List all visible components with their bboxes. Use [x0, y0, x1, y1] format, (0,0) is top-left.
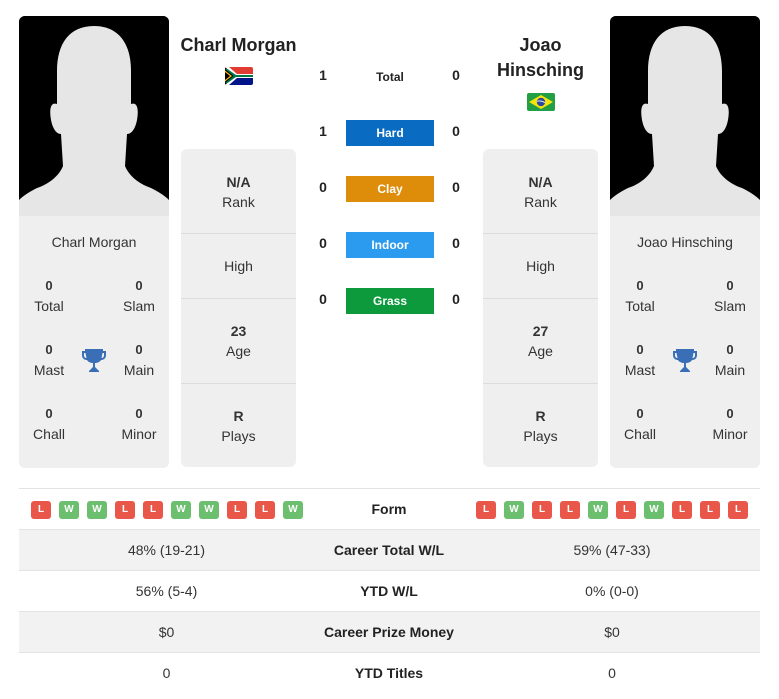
- player2-first-name: Joao: [519, 35, 562, 55]
- divider: [181, 233, 296, 234]
- player2-titles-slam: 0 Slam: [714, 278, 746, 314]
- silhouette-icon: [19, 16, 169, 216]
- player2-titles-total: 0 Total: [625, 278, 655, 314]
- form-win-badge: W: [59, 501, 79, 519]
- h2h-total-p1: 1: [319, 67, 327, 83]
- player2-name[interactable]: Joao Hinsching: [478, 33, 603, 83]
- divider: [181, 383, 296, 384]
- form-win-badge: W: [171, 501, 191, 519]
- table-row: $0 Career Prize Money $0: [19, 611, 760, 652]
- player1-titles-total: 0 Total: [34, 278, 64, 314]
- h2h-total-label: Total: [376, 70, 404, 84]
- player1-titles-chall: 0 Chall: [33, 406, 65, 442]
- h2h-indoor-p2: 0: [452, 235, 460, 251]
- form-win-badge: W: [87, 501, 107, 519]
- divider: [483, 383, 598, 384]
- h2h-grass-p1: 0: [319, 291, 327, 307]
- divider: [483, 298, 598, 299]
- player1-rank: N/A Rank: [222, 174, 255, 210]
- form-win-badge: W: [283, 501, 303, 519]
- player1-value: $0: [158, 624, 175, 640]
- player2-photo: [610, 16, 760, 216]
- player2-plays: R Plays: [523, 408, 558, 444]
- player1-titles-mast: 0 Mast: [33, 342, 65, 378]
- h2h-total-p2: 0: [452, 67, 460, 83]
- player1-titles-minor: 0 Minor: [121, 406, 157, 442]
- form-loss-badge: L: [672, 501, 692, 519]
- row-label: YTD Titles: [354, 665, 424, 681]
- table-row: 48% (19-21) Career Total W/L 59% (47-33): [19, 529, 760, 570]
- player1-plays: R Plays: [221, 408, 256, 444]
- row-label: YTD W/L: [360, 583, 418, 599]
- form-loss-badge: L: [227, 501, 247, 519]
- player1-value: 56% (5-4): [135, 583, 198, 599]
- form-loss-badge: L: [532, 501, 552, 519]
- player1-name[interactable]: Charl Morgan: [176, 33, 301, 58]
- form-loss-badge: L: [560, 501, 580, 519]
- south-africa-flag-icon: [225, 67, 253, 85]
- h2h-clay-p1: 0: [319, 179, 327, 195]
- form-win-badge: W: [588, 501, 608, 519]
- player2-value: 59% (47-33): [573, 542, 651, 558]
- player2-last-name: Hinsching: [496, 60, 584, 80]
- player2-value: $0: [604, 624, 620, 640]
- divider: [483, 233, 598, 234]
- player1-card-name: Charl Morgan: [51, 234, 137, 250]
- brazil-flag-icon: [527, 93, 555, 111]
- player2-rank: N/A Rank: [524, 174, 557, 210]
- player2-high: High: [526, 258, 555, 274]
- player2-value: 0% (0-0): [585, 583, 639, 599]
- player2-titles-main: 0 Main: [714, 342, 746, 378]
- surface-clay-badge: Clay: [346, 176, 434, 202]
- form-loss-badge: L: [728, 501, 748, 519]
- form-loss-badge: L: [31, 501, 51, 519]
- player2-info-panel: N/A Rank High 27 Age R Plays: [483, 149, 598, 467]
- row-label: Career Total W/L: [333, 542, 445, 558]
- player2-titles-card: Joao Hinsching 0 Total 0 Slam 0 Mast 0 Main …: [610, 216, 760, 468]
- form-win-badge: W: [504, 501, 524, 519]
- player1-high: High: [224, 258, 253, 274]
- trophy-icon: [82, 347, 106, 373]
- player1-info-panel: N/A Rank High 23 Age R Plays: [181, 149, 296, 467]
- h2h-hard-p1: 1: [319, 123, 327, 139]
- row-label: Career Prize Money: [324, 624, 454, 640]
- h2h-hard-p2: 0: [452, 123, 460, 139]
- player2-titles-mast: 0 Mast: [624, 342, 656, 378]
- player1-titles-slam: 0 Slam: [123, 278, 155, 314]
- player2-titles-chall: 0 Chall: [624, 406, 656, 442]
- player1-photo: [19, 16, 169, 216]
- form-loss-badge: L: [616, 501, 636, 519]
- table-row: 0 YTD Titles 0: [19, 652, 760, 693]
- player1-value: 48% (19-21): [127, 542, 206, 558]
- table-row: 56% (5-4) YTD W/L 0% (0-0): [19, 570, 760, 611]
- form-loss-badge: L: [700, 501, 720, 519]
- silhouette-icon: [610, 16, 760, 216]
- player2-card-name: Joao Hinsching: [637, 234, 733, 250]
- form-label: Form: [371, 501, 407, 517]
- player2-titles-minor: 0 Minor: [712, 406, 748, 442]
- form-win-badge: W: [644, 501, 664, 519]
- form-loss-badge: L: [255, 501, 275, 519]
- player1-age: 23 Age: [226, 323, 251, 359]
- player1-titles-main: 0 Main: [123, 342, 155, 378]
- h2h-indoor-p1: 0: [319, 235, 327, 251]
- form-row: LWWLLWWLLW Form LWLLWLWLLL: [19, 488, 760, 529]
- divider: [181, 298, 296, 299]
- form-loss-badge: L: [476, 501, 496, 519]
- h2h-grass-p2: 0: [452, 291, 460, 307]
- h2h-clay-p2: 0: [452, 179, 460, 195]
- surface-grass-badge: Grass: [346, 288, 434, 314]
- player1-titles-card: Charl Morgan 0 Total 0 Slam 0 Mast 0 Main 0C…: [19, 216, 169, 468]
- player2-age: 27 Age: [528, 323, 553, 359]
- form-win-badge: W: [199, 501, 219, 519]
- trophy-icon: [673, 347, 697, 373]
- surface-indoor-badge: Indoor: [346, 232, 434, 258]
- form-loss-badge: L: [115, 501, 135, 519]
- player1-value: 0: [162, 665, 171, 681]
- surface-hard-badge: Hard: [346, 120, 434, 146]
- form-loss-badge: L: [143, 501, 163, 519]
- player2-value: 0: [608, 665, 616, 681]
